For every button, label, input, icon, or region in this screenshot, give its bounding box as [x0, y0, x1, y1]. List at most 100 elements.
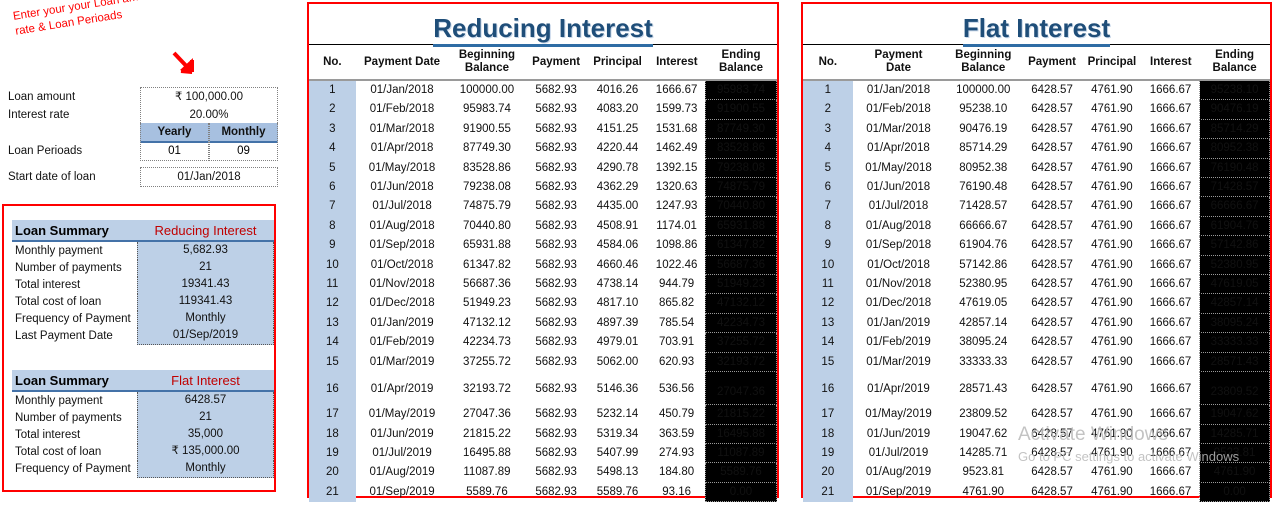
table-cell: 6428.57	[1031, 181, 1073, 194]
flat-interest-panel: Flat Interest No. Payment Date Beginning Bal…	[801, 2, 1272, 503]
yearly-header: Yearly	[140, 123, 209, 143]
summary-value: 5,682.93	[137, 241, 274, 260]
table-cell: 5682.93	[535, 297, 577, 310]
table-cell: 83528.86	[462, 161, 511, 174]
summary-label: Total interest	[15, 278, 81, 291]
ending-balance-cell: 32193.72	[704, 351, 778, 373]
table-cell: 4761.90	[1091, 316, 1133, 329]
ending-balance-cell: 52380.95	[1199, 254, 1270, 276]
table-row: 13 01/Jan/2019 47132.12 5682.93 4897.39 785.5…	[309, 312, 778, 334]
table-cell: 6428.57	[1031, 427, 1073, 440]
table-cell: 95983.74	[462, 103, 511, 116]
table-cell: 6428.57	[1031, 446, 1073, 459]
table-cell: 42857.14	[959, 316, 1008, 329]
summary-value: 01/Sep/2019	[137, 326, 274, 345]
loan-inputs: Loan amount ₹ 100,000.00 Interest rate 2…	[8, 87, 278, 187]
table-row: 19 01/Jul/2019 16495.88 5682.93 5407.99 274.9…	[309, 442, 778, 464]
ending-balance-cell: 61904.76	[1199, 215, 1270, 237]
table-cell: 01/Sep/2018	[865, 239, 932, 252]
ending-balance-cell: 90476.19	[1199, 99, 1270, 120]
ending-balance-cell: 27047.36	[704, 371, 778, 406]
interest-rate-input[interactable]: 20.00%	[140, 105, 278, 125]
table-row: 16 01/Apr/2019 28571.43 6428.57 4761.90 1666.…	[803, 371, 1270, 406]
loan-amount-input[interactable]: ₹ 100,000.00	[140, 87, 278, 107]
table-cell: 57142.86	[959, 258, 1008, 271]
table-row: 9 01/Sep/2018 65931.88 5682.93 4584.06 1098.8…	[309, 235, 778, 256]
ending-balance-cell: 33333.33	[1199, 332, 1270, 353]
ending-balance-cell: 42234.73	[704, 312, 778, 334]
table-cell: 1666.67	[1149, 161, 1192, 174]
table-cell: 1174.01	[656, 219, 697, 232]
row-number-cell: 15	[803, 352, 853, 372]
table-cell: 620.93	[659, 355, 695, 368]
summary-row: Number of payments 21	[12, 258, 274, 277]
row-number-cell: 14	[803, 332, 853, 353]
table-cell: 5146.36	[596, 382, 639, 395]
row-number-cell: 1	[803, 80, 853, 100]
ending-balance-cell: 9523.81	[1199, 442, 1270, 464]
summary-value: Monthly	[137, 459, 274, 478]
table-cell: 5682.93	[535, 84, 577, 97]
table-cell: 5682.93	[535, 181, 577, 194]
ending-balance-cell: 85714.29	[1199, 118, 1270, 140]
ending-balance-cell: 37255.72	[704, 332, 778, 353]
inputs-and-summary-panel: Enter your your Loan amount , interest r…	[0, 0, 300, 517]
table-cell: 65931.88	[462, 239, 511, 252]
reducing-amortization-table: No. Payment Date Beginning Balance Payment Pr…	[309, 44, 778, 503]
table-cell: 1666.67	[1149, 297, 1192, 310]
table-row: 5 01/May/2018 80952.38 6428.57 4761.90 1666.6…	[803, 157, 1270, 179]
table-row: 20 01/Aug/2019 11087.89 5682.93 5498.13 184.8…	[309, 462, 778, 483]
table-cell: 6428.57	[1031, 408, 1073, 421]
table-cell: 01/Apr/2019	[370, 382, 434, 395]
table-row: 6 01/Jun/2018 79238.08 5682.93 4362.29 1320.6…	[309, 177, 778, 198]
start-date-input[interactable]: 01/Jan/2018	[140, 167, 278, 187]
summary-label: Total cost of loan	[15, 445, 102, 458]
table-cell: 74875.79	[462, 200, 511, 213]
table-cell: 1666.67	[1149, 408, 1192, 421]
table-cell: 19047.62	[959, 427, 1008, 440]
table-cell: 95238.10	[959, 103, 1008, 116]
table-cell: 33333.33	[959, 355, 1008, 368]
table-cell: 944.79	[659, 278, 695, 291]
table-cell: 4761.90	[1091, 408, 1133, 421]
flat-interest-title: Flat Interest	[803, 13, 1270, 47]
row-number-cell: 8	[803, 216, 853, 236]
table-cell: 01/Dec/2018	[369, 297, 435, 310]
row-number-cell: 18	[803, 424, 853, 444]
table-cell: 01/Mar/2019	[369, 355, 435, 368]
table-cell: 6428.57	[1031, 103, 1073, 116]
ending-balance-cell: 38095.24	[1199, 312, 1270, 334]
table-cell: 6428.57	[1031, 122, 1073, 135]
reducing-interest-title: Reducing Interest	[309, 13, 777, 47]
table-cell: 38095.24	[959, 336, 1008, 349]
row-number-cell: 17	[309, 404, 356, 424]
table-cell: 01/Oct/2018	[867, 258, 930, 271]
table-cell: 16495.88	[462, 446, 511, 459]
table-cell: 5682.93	[535, 161, 577, 174]
row-number-cell: 11	[803, 274, 853, 294]
ending-balance-cell: 65931.88	[704, 215, 778, 237]
row-number-cell: 13	[309, 313, 356, 333]
table-row: 6 01/Jun/2018 76190.48 6428.57 4761.90 1666.6…	[803, 177, 1270, 198]
reducing-interest-panel: Reducing Interest No. Payment Date Beginni…	[307, 2, 779, 503]
table-cell: 01/Jul/2019	[868, 446, 929, 459]
table-cell: 6428.57	[1031, 142, 1073, 155]
table-cell: 01/Dec/2018	[865, 297, 932, 310]
table-cell: 14285.71	[959, 446, 1008, 459]
table-cell: 5682.93	[535, 316, 577, 329]
table-cell: 47619.05	[959, 297, 1008, 310]
table-cell: 4761.90	[1091, 336, 1133, 349]
row-number-cell: 20	[803, 462, 853, 483]
table-cell: 01/May/2019	[368, 408, 436, 421]
table-row: 18 01/Jun/2019 19047.62 6428.57 4761.90 1666.…	[803, 423, 1270, 444]
monthly-input[interactable]: 09	[209, 141, 278, 161]
ending-balance-cell: 79238.08	[704, 157, 778, 179]
table-cell: 5682.93	[535, 408, 577, 421]
row-number-cell: 4	[309, 138, 356, 159]
ending-balance-cell: 74875.79	[704, 177, 778, 198]
table-cell: 6428.57	[1031, 239, 1073, 252]
table-cell: 5589.76	[596, 485, 639, 498]
row-number-cell: 18	[309, 424, 356, 444]
yearly-input[interactable]: 01	[140, 141, 209, 161]
table-row: 17 01/May/2019 23809.52 6428.57 4761.90 1666.…	[803, 404, 1270, 425]
